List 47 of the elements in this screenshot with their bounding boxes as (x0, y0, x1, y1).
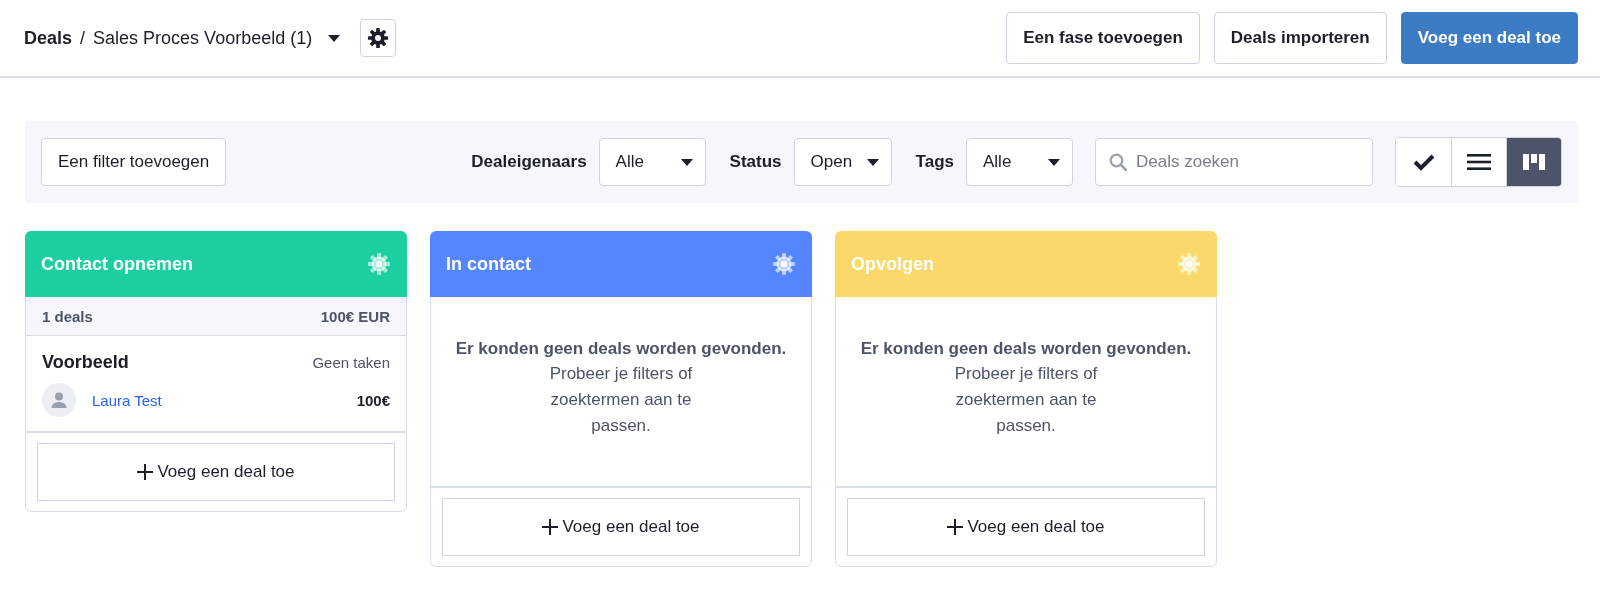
filter-label: Status (729, 152, 782, 172)
board-icon (1523, 154, 1545, 170)
empty-hint: Probeer je filters of zoektermen aan te passen. (953, 363, 1099, 437)
pipeline-name[interactable]: Sales Proces Voorbeeld (1) (93, 27, 313, 49)
filter-label: Dealeigenaars (471, 152, 587, 172)
breadcrumb-separator: / (80, 27, 86, 49)
column-title: Contact opnemen (41, 253, 193, 275)
checkmark-icon (1412, 153, 1435, 171)
plus-icon (542, 519, 559, 535)
add-deal-button[interactable]: Voeg een deal toe (1400, 12, 1578, 64)
search-field[interactable]: Deals zoeken (1095, 138, 1373, 186)
caret-icon (680, 158, 693, 166)
add-deal-button[interactable]: Voeg een deal toe (37, 443, 395, 501)
header-button[interactable]: Een fase toevoegen (1006, 12, 1200, 64)
empty-message: Er konden geen deals worden gevonden. (455, 339, 787, 359)
settings-icon (367, 27, 390, 49)
view-switcher[interactable] (1395, 137, 1562, 187)
column-title: Opvolgen (851, 253, 934, 275)
empty-message: Er konden geen deals worden gevonden. (860, 339, 1192, 359)
plus-icon (947, 519, 964, 535)
deal-count: 1 deals (42, 307, 93, 325)
deal-card[interactable]: Voorbeeld Geen taken Laura Test 100€ (25, 336, 407, 432)
gear-icon[interactable] (772, 252, 796, 276)
settings-button[interactable] (360, 19, 397, 57)
column-title: In contact (446, 253, 531, 275)
add-deal-button[interactable]: Voeg een deal toe (442, 498, 800, 556)
caret-icon (328, 34, 341, 42)
caret-icon (1048, 158, 1060, 166)
filter-label: Tags (915, 152, 954, 172)
owner-link[interactable]: Laura Test (92, 391, 162, 409)
breadcrumb-link[interactable]: Deals (24, 27, 73, 49)
caret-icon (866, 158, 879, 166)
filter-dropdown[interactable]: Open (793, 138, 892, 186)
header-button[interactable]: Deals importeren (1213, 12, 1387, 64)
avatar-icon (42, 383, 76, 417)
deal-total: 100€ EUR (320, 307, 390, 325)
list-icon (1467, 154, 1491, 170)
empty-hint: Probeer je filters of zoektermen aan te passen. (548, 363, 694, 437)
deal-amount: 100€ (356, 391, 390, 409)
plus-icon (137, 464, 154, 480)
add-filter-button[interactable]: Een filter toevoegen (41, 138, 227, 186)
filter-dropdown[interactable]: Alle (598, 138, 706, 186)
filter-dropdown[interactable]: Alle (966, 138, 1073, 186)
deal-title: Voorbeeld (42, 352, 129, 373)
task-status: Geen taken (312, 354, 390, 371)
view-toggle[interactable] (1506, 138, 1561, 186)
add-deal-button[interactable]: Voeg een deal toe (847, 498, 1205, 556)
